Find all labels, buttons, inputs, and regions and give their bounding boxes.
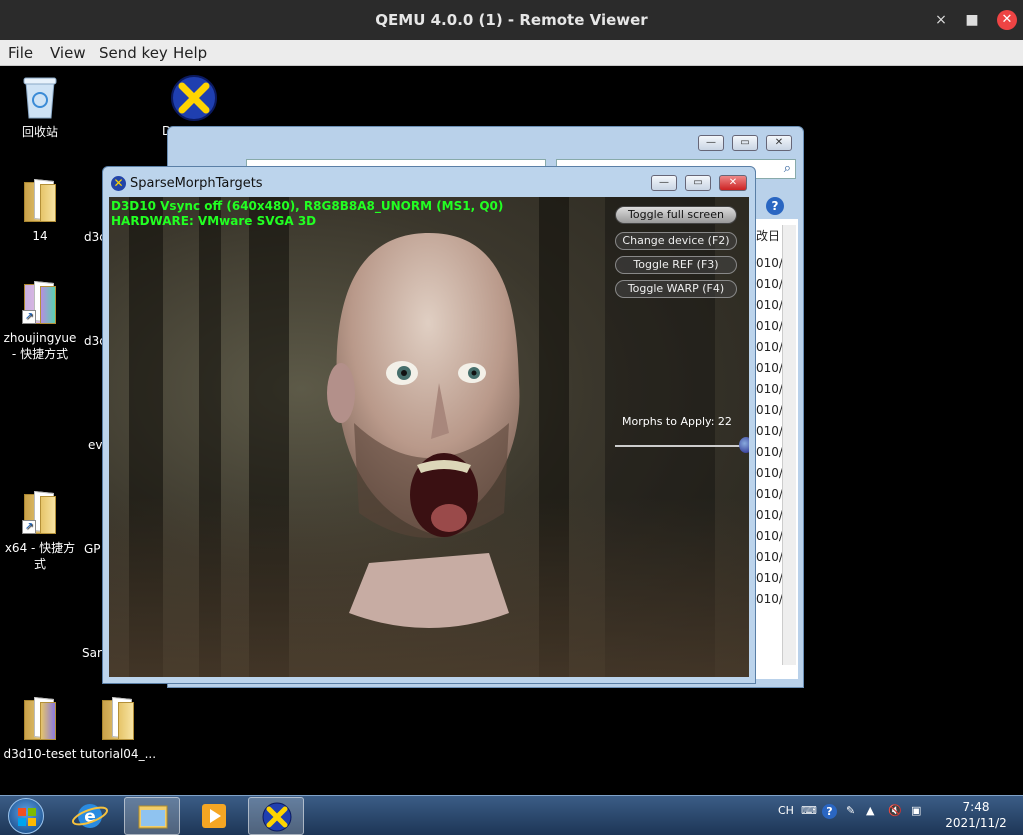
shortcut-folder-icon: ↗ [22,490,58,534]
partial-label: ev [88,438,103,452]
show-hidden-icons-icon[interactable]: ▲ [866,804,874,817]
pen-input-icon[interactable]: ✎ [846,804,855,817]
media-player-icon [202,804,226,828]
desktop-icon-label: 14 [32,229,48,243]
qemu-remote-viewer: QEMU 4.0.0 (1) - Remote Viewer × ■ ✕ Fil… [0,0,1023,835]
list-item: 010/ [756,340,783,354]
list-item: 010/ [756,529,783,543]
qemu-title: QEMU 4.0.0 (1) - Remote Viewer [375,11,648,29]
close-icon[interactable]: ✕ [997,10,1017,30]
list-item: 010/ [756,445,783,459]
menu-view[interactable]: View [50,44,86,62]
partial-label: GP [84,542,101,556]
desktop-icon-label: x64 - 快捷方 式 [4,541,76,571]
internet-explorer-icon: e [71,804,109,828]
sparse-morph-targets-window[interactable]: ✕ SparseMorphTargets — ▭ ✕ D3D10 Vsync o… [102,166,756,684]
desktop-icon-14[interactable]: 14 [0,178,80,244]
start-button[interactable] [8,798,44,834]
maximize-icon[interactable]: ■ [963,11,981,29]
desktop-icon-d3d10-teset[interactable]: d3d10-teset [0,696,80,762]
directx-icon: ✕ [111,176,126,191]
folder-icon [22,696,58,740]
toggle-warp-button[interactable]: Toggle WARP (F4) [615,280,737,298]
hud-device-info: D3D10 Vsync off (640x480), R8G8B8A8_UNOR… [111,199,504,213]
list-item: 010/ [756,256,783,270]
explorer-maximize-button[interactable]: ▭ [732,135,758,151]
list-item: 010/ [756,403,783,417]
list-item: 010/ [756,319,783,333]
menu-bar: File View Send key Help [0,40,1023,66]
toggle-ref-button[interactable]: Toggle REF (F3) [615,256,737,274]
system-clock[interactable]: 7:48 2021/11/2 [936,799,1016,831]
desktop-icon-label: d3d10-teset [3,747,77,761]
list-item: 010/ [756,571,783,585]
desktop-icon-label: zhoujingyue - 快捷方式 [3,331,77,361]
list-item: 010/ [756,298,783,312]
explorer-scrollbar[interactable] [782,225,796,665]
taskbar-media-player[interactable] [186,797,242,835]
clock-time: 7:48 [962,800,990,814]
close-button[interactable]: ✕ [719,175,747,191]
windows-logo-icon [18,808,36,826]
qemu-title-bar: QEMU 4.0.0 (1) - Remote Viewer × ■ ✕ [0,0,1023,40]
partial-label: Sar [82,646,102,660]
input-language-indicator[interactable]: CH [778,804,794,817]
directx-icon [171,75,217,121]
render-viewport[interactable]: D3D10 Vsync off (640x480), R8G8B8A8_UNOR… [109,197,749,677]
list-item: 改日 [756,229,781,243]
morph-head-model [327,233,520,628]
desktop-icon-tutorial04[interactable]: tutorial04_... [78,696,158,762]
toggle-full-screen-button[interactable]: Toggle full screen [615,206,737,224]
desktop-icon-directx[interactable] [154,74,234,126]
list-item: 010/ [756,361,783,375]
network-icon[interactable]: ▣ [911,804,921,817]
search-icon: ⌕ [783,161,791,176]
desktop-icon-x64[interactable]: ↗ x64 - 快捷方 式 [0,490,80,572]
desktop-icon-recycle-bin[interactable]: 回收站 [0,74,80,140]
volume-muted-icon[interactable]: 🔇 [888,804,902,817]
desktop-icon-label: tutorial04_... [79,747,157,761]
desktop-icon-zhoujingyue[interactable]: ↗ zhoujingyue - 快捷方式 [0,280,80,362]
taskbar: e CH ⌨ ? ✎ ▲ 🔇 ▣ 7:48 2021/11/2 [0,795,1023,835]
folder-icon [22,178,58,222]
menu-file[interactable]: File [8,44,33,62]
list-item: 010/ [756,424,783,438]
desktop-icon-label: 回收站 [21,125,58,139]
keyboard-icon[interactable]: ⌨ [801,804,817,817]
minimize-button[interactable]: — [651,175,677,191]
change-device-button[interactable]: Change device (F2) [615,232,737,250]
folder-icon [138,805,168,829]
menu-send-key[interactable]: Send key [99,44,168,62]
taskbar-internet-explorer[interactable]: e [62,797,118,835]
minimize-icon[interactable]: × [932,11,950,29]
help-icon[interactable]: ? [766,197,784,215]
hud-hardware-info: HARDWARE: VMware SVGA 3D [111,214,317,228]
list-item: 010/ [756,277,783,291]
recycle-bin-icon [23,77,57,119]
maximize-button[interactable]: ▭ [685,175,711,191]
list-item: 010/ [756,550,783,564]
help-icon[interactable]: ? [822,804,837,819]
guest-desktop: 回收站 D 14 d3c ↗ zhoujingyue - 快捷方式 d3c ev [0,66,1023,795]
list-item: 010/ [756,592,783,606]
folder-icon [100,696,136,740]
window-title: SparseMorphTargets [130,176,263,191]
menu-help[interactable]: Help [173,44,207,62]
morphs-label: Morphs to Apply: 22 [622,415,732,428]
list-item: 010/ [756,466,783,480]
list-item: 010/ [756,382,783,396]
taskbar-sparse-morph-targets[interactable] [248,797,304,835]
list-item: 010/ [756,508,783,522]
morphs-slider-track[interactable] [615,445,749,447]
taskbar-file-explorer[interactable] [124,797,180,835]
clock-date: 2021/11/2 [945,816,1007,830]
directx-icon [262,802,292,832]
explorer-minimize-button[interactable]: — [698,135,724,151]
morphs-slider-thumb[interactable] [739,437,749,453]
list-item: 010/ [756,487,783,501]
explorer-close-button[interactable]: ✕ [766,135,792,151]
shortcut-folder-icon: ↗ [22,280,58,324]
